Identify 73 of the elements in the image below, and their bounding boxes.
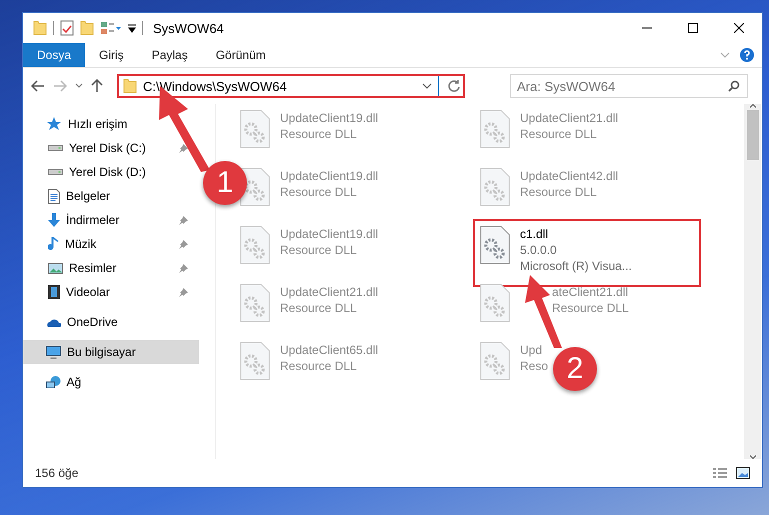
file-detail: Resource DLL: [520, 184, 598, 200]
file-detail: Reso: [520, 358, 548, 374]
chevron-down-icon[interactable]: [422, 83, 432, 89]
settings-file-icon: [240, 226, 270, 264]
scrollbar[interactable]: [744, 104, 761, 459]
network-icon: [46, 376, 60, 388]
settings-file-icon: [480, 342, 510, 380]
down-arrow-icon: [48, 213, 60, 227]
sidebar-item[interactable]: Müzik: [23, 232, 199, 256]
file-name[interactable]: c1.dll: [520, 226, 632, 242]
scrollbar-thumb[interactable]: [746, 110, 758, 160]
picture-icon: [48, 262, 63, 274]
monitor-icon: [46, 346, 61, 358]
scroll-up-icon[interactable]: [750, 104, 756, 108]
pin-icon[interactable]: [179, 240, 188, 248]
sidebar-item[interactable]: Yerel Disk (D:): [23, 160, 199, 184]
maximize-icon[interactable]: [688, 23, 698, 33]
cloud-icon: [46, 318, 61, 326]
settings-file-icon: [240, 110, 270, 148]
help-icon[interactable]: [740, 48, 754, 62]
settings-file-icon: [240, 284, 270, 322]
sidebar-item[interactable]: Hızlı erişim: [23, 112, 199, 136]
address-bar[interactable]: C:\Windows\SysWOW64: [117, 74, 465, 98]
properties-check-icon[interactable]: [60, 20, 74, 36]
star-icon: [46, 116, 62, 132]
minimize-icon[interactable]: [642, 27, 652, 29]
settings-file-icon: [480, 168, 510, 206]
sidebar-item[interactable]: Ağ: [23, 370, 199, 394]
folder-icon: [123, 79, 137, 93]
file-detail: 5.0.0.0: [520, 242, 558, 258]
drive-icon: [48, 169, 63, 175]
pin-icon[interactable]: [179, 288, 188, 296]
file-detail: Resource DLL: [280, 242, 358, 258]
ribbon-tab[interactable]: Görünüm: [202, 43, 280, 67]
sidebar-item[interactable]: Bu bilgisayar: [23, 340, 199, 364]
file-detail: Resource DLL: [280, 358, 358, 374]
film-icon: [48, 285, 60, 299]
search-field[interactable]: Ara: SysWOW64: [510, 74, 748, 98]
pin-icon[interactable]: [179, 144, 188, 152]
sidebar-item[interactable]: Videolar: [23, 280, 199, 304]
sidebar-item[interactable]: İndirmeler: [23, 208, 199, 232]
ribbon-tab[interactable]: Paylaş: [138, 43, 202, 67]
drive-icon: [48, 145, 63, 151]
sidebar-item[interactable]: Resimler: [23, 256, 199, 280]
document-icon: [48, 188, 60, 204]
search-icon[interactable]: [728, 80, 740, 92]
file-detail: Resource DLL: [280, 184, 358, 200]
file-detail: Resource DLL: [520, 126, 598, 142]
dropdown-icon[interactable]: [128, 23, 136, 33]
scroll-down-icon[interactable]: [750, 455, 756, 459]
file-detail: Microsoft (R) Visua...: [520, 258, 632, 274]
settings-file-icon: [480, 284, 510, 322]
pin-icon[interactable]: [179, 264, 188, 272]
ribbon-tab[interactable]: Giriş: [85, 43, 138, 67]
item-count: 156 öğe: [35, 466, 78, 480]
window-title: SysWOW64: [153, 20, 224, 36]
sidebar-item[interactable]: Belgeler: [23, 184, 199, 208]
details-view-icon[interactable]: [712, 467, 728, 479]
settings-file-icon: [480, 110, 510, 148]
sidebar-item[interactable]: OneDrive: [23, 310, 199, 334]
folder-icon: [33, 21, 47, 35]
settings-file-icon: [480, 226, 510, 264]
close-icon[interactable]: [734, 23, 744, 33]
settings-file-icon: [240, 342, 270, 380]
file-detail: Resource DLL: [280, 126, 358, 142]
file-detail: Resource DLL: [280, 300, 358, 316]
view-options-icon[interactable]: [100, 21, 122, 35]
pin-icon[interactable]: [179, 216, 188, 224]
file-detail: Resource DLL: [552, 300, 629, 316]
sidebar-item[interactable]: Yerel Disk (C:): [23, 136, 199, 160]
music-note-icon: [48, 237, 59, 251]
ribbon-tab[interactable]: Dosya: [23, 43, 86, 67]
large-icons-view-icon[interactable]: [736, 467, 750, 479]
